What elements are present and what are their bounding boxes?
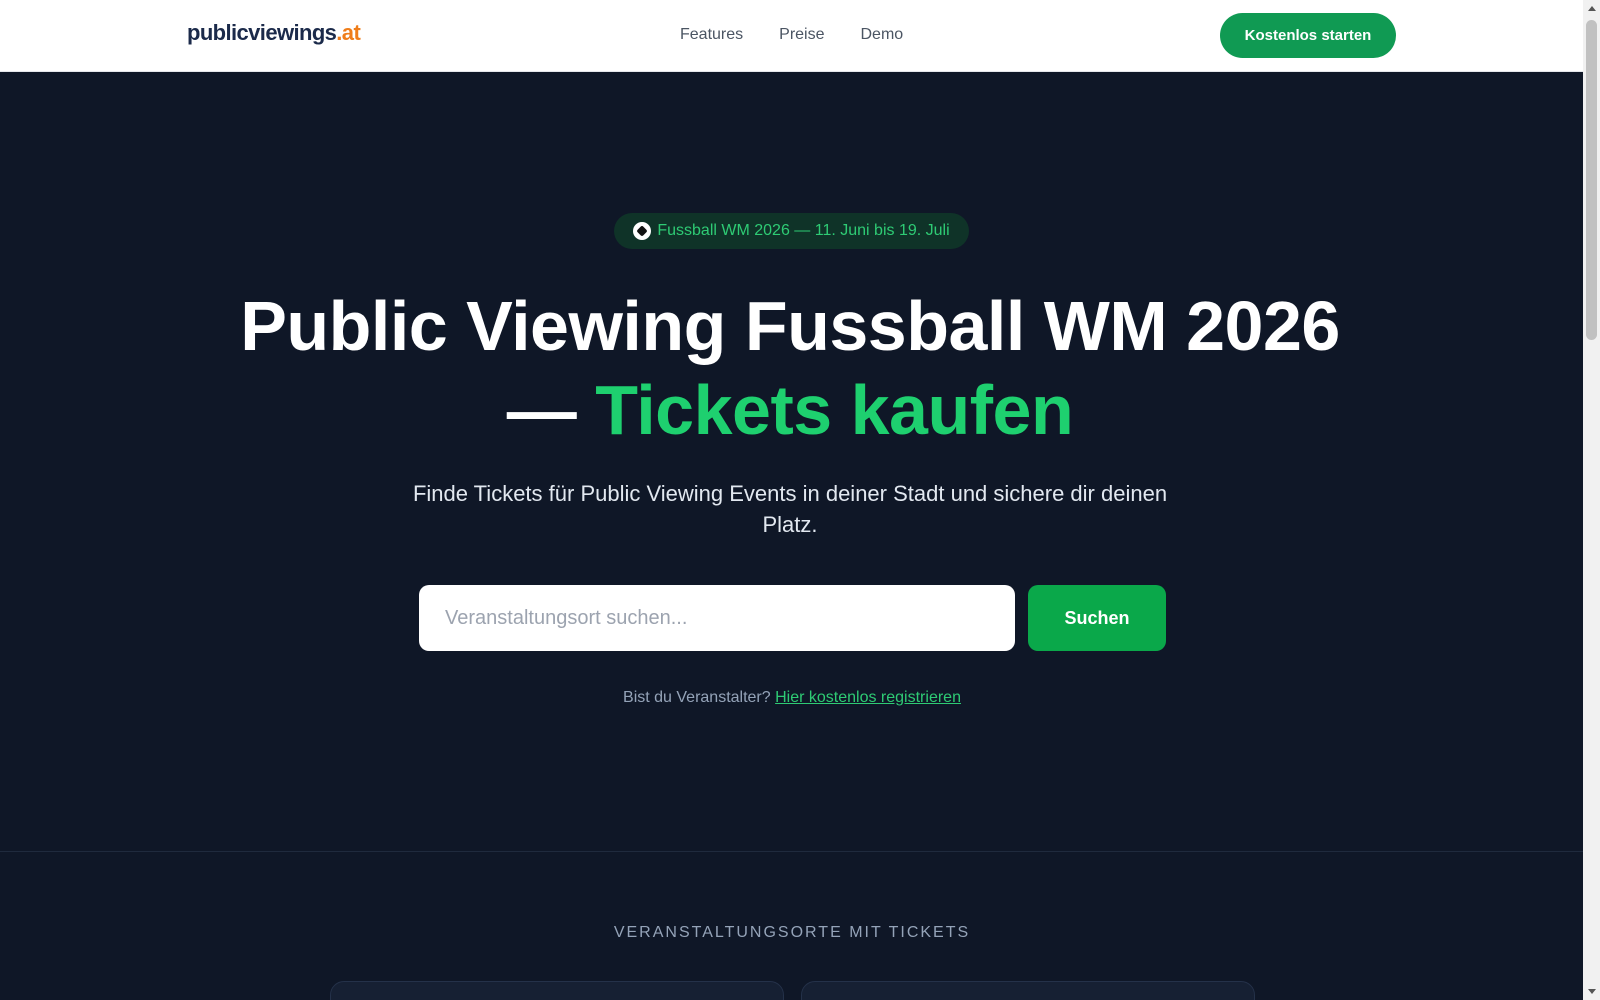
scroll-up-arrow-icon[interactable] bbox=[1588, 6, 1596, 11]
organizer-text: Bist du Veranstalter? bbox=[623, 689, 771, 706]
site-header: publicviewings.at Features Preise Demo K… bbox=[0, 0, 1583, 72]
venues-section-label: VERANSTALTUNGSORTE MIT TICKETS bbox=[613, 924, 971, 941]
search-button[interactable]: Suchen bbox=[1028, 585, 1166, 651]
venue-card[interactable] bbox=[801, 981, 1255, 1000]
nav-preise[interactable]: Preise bbox=[779, 26, 824, 44]
scroll-down-arrow-icon[interactable] bbox=[1588, 989, 1596, 994]
venue-search-input[interactable] bbox=[419, 585, 1015, 651]
start-free-button[interactable]: Kostenlos starten bbox=[1220, 13, 1396, 58]
logo-tld: .at bbox=[336, 20, 361, 45]
hero-section: Fussball WM 2026 — 11. Juni bis 19. Juli… bbox=[0, 72, 1583, 852]
logo-main: publicviewings bbox=[187, 20, 337, 45]
nav-demo[interactable]: Demo bbox=[861, 26, 904, 44]
hero-title: Public Viewing Fussball WM 2026 — Ticket… bbox=[240, 284, 1340, 452]
page-scrollbar[interactable] bbox=[1583, 0, 1600, 1000]
scrollbar-thumb[interactable] bbox=[1586, 20, 1597, 340]
event-badge: Fussball WM 2026 — 11. Juni bis 19. Juli bbox=[614, 213, 969, 249]
nav-features[interactable]: Features bbox=[680, 26, 743, 44]
hero-subtitle: Finde Tickets für Public Viewing Events … bbox=[412, 481, 1168, 537]
soccer-ball-icon bbox=[633, 222, 652, 240]
venue-card[interactable] bbox=[330, 981, 784, 1000]
logo[interactable]: publicviewings.at bbox=[187, 20, 361, 46]
organizer-note: Bist du Veranstalter? Hier kostenlos reg… bbox=[420, 689, 1164, 707]
register-link[interactable]: Hier kostenlos registrieren bbox=[775, 689, 961, 706]
main-nav: Features Preise Demo bbox=[680, 26, 903, 44]
hero-title-accent: Tickets kaufen bbox=[595, 371, 1074, 449]
event-badge-text: Fussball WM 2026 — 11. Juni bis 19. Juli bbox=[657, 222, 950, 239]
